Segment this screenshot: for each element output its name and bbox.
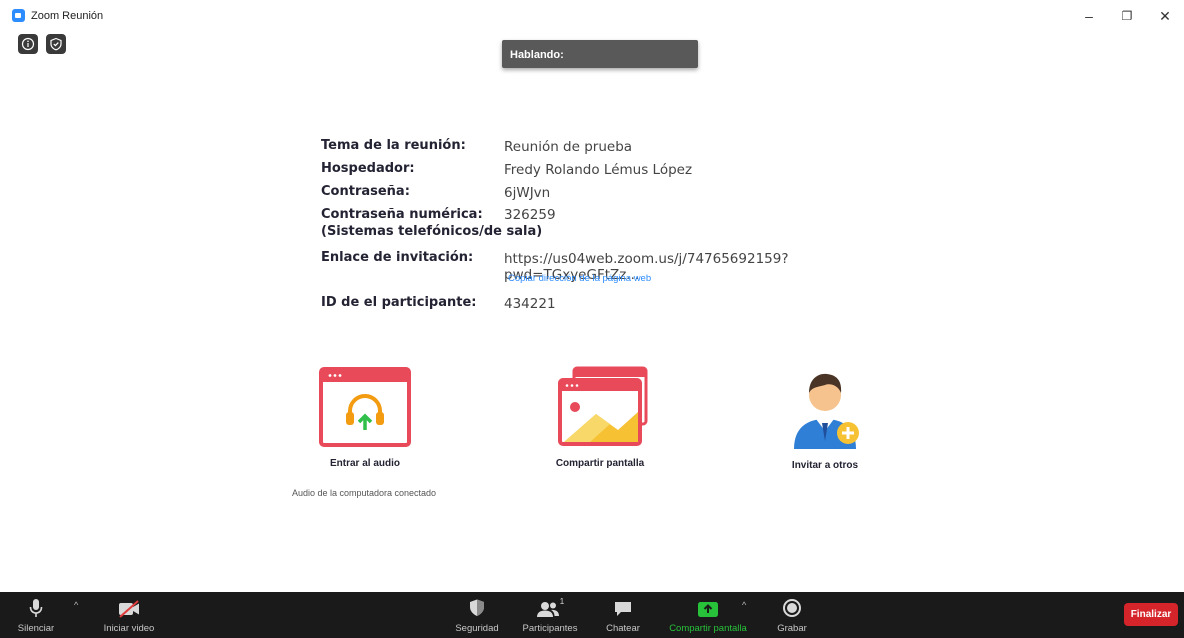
- title-bar: Zoom Reunión – ❐ ✕: [0, 0, 1184, 34]
- copy-link-button[interactable]: Copiar dirección de la página web: [508, 273, 651, 284]
- participants-label: Participantes: [522, 623, 578, 634]
- numeric-password-sublabel: (Sistemas telefónicos/de sala): [321, 224, 543, 239]
- security-shield-icon: [468, 592, 486, 618]
- participant-id-value: 434221: [504, 296, 556, 312]
- close-button[interactable]: ✕: [1146, 0, 1184, 32]
- invite-others-action[interactable]: Invitar a otros: [770, 363, 880, 471]
- start-video-button[interactable]: Iniciar video: [98, 592, 160, 638]
- start-video-label: Iniciar video: [103, 623, 155, 634]
- zoom-meeting-window: Zoom Reunión – ❐ ✕ Hablando: Tema de la …: [0, 0, 1184, 638]
- share-screen-arrow-icon: [697, 592, 719, 618]
- share-screen-button[interactable]: Compartir pantalla: [660, 592, 756, 638]
- topic-value: Reunión de prueba: [504, 139, 633, 155]
- microphone-icon: [28, 592, 44, 618]
- join-audio-icon: [319, 367, 411, 447]
- share-screen-label[interactable]: Compartir pantalla: [556, 458, 644, 469]
- meeting-info-icon[interactable]: [18, 34, 38, 54]
- share-options-caret-icon[interactable]: ^: [742, 600, 746, 610]
- meeting-status-icons: [18, 34, 66, 54]
- share-screen-toolbar-label: Compartir pantalla: [669, 623, 747, 634]
- host-label: Hospedador:: [321, 161, 415, 176]
- record-button[interactable]: Grabar: [770, 592, 814, 638]
- invite-others-label[interactable]: Invitar a otros: [792, 460, 858, 471]
- join-audio-action[interactable]: Entrar al audio: [309, 367, 421, 469]
- participant-id-label: ID de el participante:: [321, 295, 477, 310]
- numeric-password-value: 326259: [504, 207, 556, 223]
- audio-options-caret-icon[interactable]: ^: [74, 600, 78, 610]
- topic-label: Tema de la reunión:: [321, 138, 466, 153]
- password-value: 6jWJvn: [504, 185, 551, 201]
- participants-icon: 1: [536, 592, 564, 618]
- invite-user-icon: [794, 373, 859, 449]
- record-label: Grabar: [777, 623, 807, 634]
- share-screen-action[interactable]: Compartir pantalla: [540, 366, 660, 469]
- window-title: Zoom Reunión: [12, 9, 103, 22]
- share-screen-icon: [558, 366, 648, 446]
- participants-count: 1: [559, 597, 565, 606]
- window-controls: – ❐ ✕: [1070, 0, 1184, 32]
- security-label: Seguridad: [455, 623, 499, 634]
- meeting-toolbar: Silenciar ^ Iniciar video Seguridad 1 Pa…: [0, 592, 1184, 638]
- chat-label: Chatear: [606, 623, 640, 634]
- password-label: Contraseña:: [321, 184, 410, 199]
- security-button[interactable]: Seguridad: [451, 592, 503, 638]
- minimize-button[interactable]: –: [1070, 0, 1108, 32]
- zoom-logo-icon: [12, 9, 25, 22]
- participants-button[interactable]: 1 Participantes: [518, 592, 582, 638]
- restore-button[interactable]: ❐: [1108, 0, 1146, 32]
- video-off-icon: [117, 592, 141, 618]
- numeric-password-label: Contraseña numérica:: [321, 207, 483, 222]
- record-icon: [782, 592, 802, 618]
- chat-bubble-icon: [613, 592, 633, 618]
- chat-button[interactable]: Chatear: [601, 592, 645, 638]
- join-audio-label[interactable]: Entrar al audio: [330, 458, 400, 469]
- encryption-shield-icon[interactable]: [46, 34, 66, 54]
- active-speaker-banner: Hablando:: [502, 40, 698, 68]
- host-value: Fredy Rolando Lémus López: [504, 162, 693, 178]
- mute-label: Silenciar: [17, 623, 55, 634]
- end-meeting-button[interactable]: Finalizar: [1124, 603, 1178, 626]
- invite-link-label: Enlace de invitación:: [321, 250, 474, 265]
- audio-status-text: Audio de la computadora conectado: [291, 488, 437, 498]
- mute-button[interactable]: Silenciar: [14, 592, 58, 638]
- window-title-text: Zoom Reunión: [31, 9, 104, 22]
